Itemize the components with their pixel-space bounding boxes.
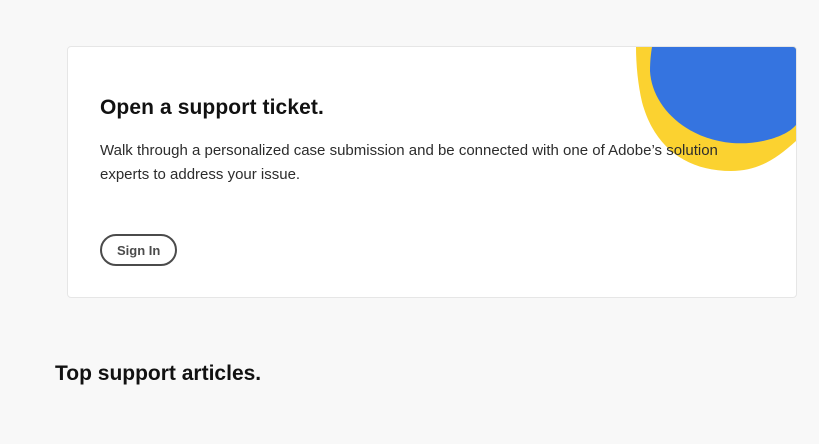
sign-in-button[interactable]: Sign In (100, 234, 178, 266)
card-title: Open a support ticket. (100, 96, 324, 119)
support-ticket-card: Open a support ticket. Walk through a pe… (67, 46, 797, 298)
top-articles-heading: Top support articles. (55, 362, 262, 385)
card-description: Walk through a personalized case submiss… (100, 142, 718, 183)
